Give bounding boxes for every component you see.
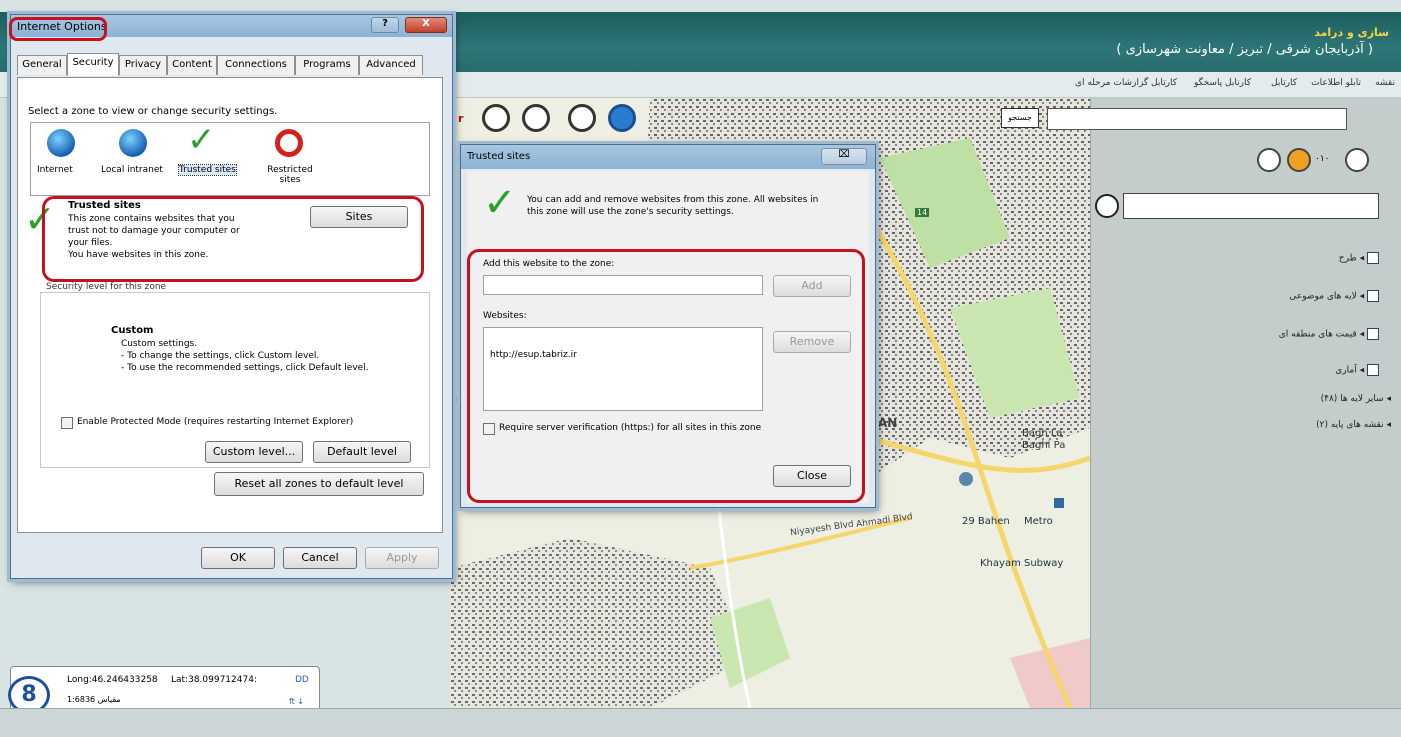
tab-advanced[interactable]: Advanced bbox=[359, 55, 423, 75]
coord-format[interactable]: DD bbox=[295, 675, 309, 685]
app-tab-map[interactable]: نقشه bbox=[1375, 78, 1395, 88]
layer-item[interactable]: ◂ لایه های موضوعی bbox=[1289, 290, 1379, 302]
trusted-sites-body: ✓ You can add and remove websites from t… bbox=[467, 171, 869, 503]
map-scale: مقیاس 1:6836 bbox=[67, 695, 121, 704]
trusted-check-icon: ✓ bbox=[483, 180, 517, 226]
map-tool-draw-icon[interactable] bbox=[522, 104, 550, 132]
protected-mode-label: Enable Protected Mode (requires restarti… bbox=[77, 417, 354, 427]
restricted-icon[interactable] bbox=[275, 129, 303, 157]
intro-text: this zone will use the zone's security s… bbox=[527, 207, 734, 217]
trusted-sites-title: Trusted sites bbox=[467, 151, 531, 162]
help-button[interactable]: ? bbox=[371, 17, 399, 33]
protected-mode-checkbox[interactable] bbox=[61, 417, 73, 429]
zone-internet[interactable]: Internet bbox=[37, 165, 73, 175]
custom-level-button[interactable]: Custom level... bbox=[205, 441, 303, 463]
search-button[interactable]: جستجو bbox=[1001, 108, 1039, 128]
zone-list: Internet Local intranet ✓ Trusted sites … bbox=[30, 122, 430, 196]
layer-sidebar: جستجو ۰۱۰ ◂ طرح ◂ لایه های موضوعی ◂ قیمت… bbox=[1001, 98, 1401, 708]
trusted-sites-dialog: Trusted sites ⌧ ✓ You can add and remove… bbox=[460, 144, 876, 508]
map-label: 29 Bahen bbox=[962, 516, 1010, 527]
ok-button[interactable]: OK bbox=[201, 547, 275, 569]
layer-item[interactable]: ◂ طرح bbox=[1339, 252, 1379, 264]
search-icon[interactable] bbox=[1095, 194, 1119, 218]
highlight-websites bbox=[467, 249, 865, 503]
gps-icon[interactable] bbox=[1287, 148, 1311, 172]
layer-item[interactable]: ◂ قیمت های منطقه ای bbox=[1279, 328, 1379, 340]
custom-line: - To use the recommended settings, click… bbox=[121, 363, 369, 373]
custom-line: - To change the settings, click Custom l… bbox=[121, 351, 320, 361]
status-bar bbox=[0, 708, 1401, 737]
app-tab-cartable[interactable]: کارتابل bbox=[1271, 78, 1297, 88]
highlight-title bbox=[9, 17, 107, 41]
zone-trusted-sites[interactable]: Trusted sites bbox=[178, 164, 237, 176]
highlight-trusted-zone bbox=[42, 196, 424, 282]
security-panel: Select a zone to view or change security… bbox=[17, 77, 443, 533]
app-tab-responder[interactable]: کارتابل پاسخگو bbox=[1194, 78, 1251, 88]
pin-icon[interactable] bbox=[1257, 148, 1281, 172]
zoom-value: ۰۱۰ bbox=[1315, 154, 1330, 164]
map-label: Khayam Subway bbox=[980, 558, 1064, 569]
app-tab-reports[interactable]: کارتابل گزارشات مرحله ای bbox=[1075, 78, 1177, 88]
scale-unit[interactable]: ft ↓ bbox=[289, 697, 304, 706]
default-level-button[interactable]: Default level bbox=[313, 441, 411, 463]
custom-title: Custom bbox=[111, 325, 154, 336]
tab-privacy[interactable]: Privacy bbox=[119, 55, 167, 75]
filter-icon[interactable] bbox=[1345, 148, 1369, 172]
map-help-icon[interactable] bbox=[608, 104, 636, 132]
globe-icon[interactable] bbox=[47, 129, 75, 157]
latitude: Lat:38.099712474: bbox=[171, 675, 257, 685]
map-tool-erase-icon[interactable] bbox=[568, 104, 596, 132]
route-marker: 14 bbox=[915, 208, 930, 217]
tab-content[interactable]: Content bbox=[167, 55, 217, 75]
apply-button[interactable]: Apply bbox=[365, 547, 439, 569]
map-label: Metro bbox=[1024, 516, 1053, 527]
map-label: AN bbox=[878, 416, 898, 430]
trusted-sites-titlebar[interactable]: Trusted sites ⌧ bbox=[461, 145, 875, 169]
tab-programs[interactable]: Programs bbox=[295, 55, 359, 75]
map-label: Bagh La bbox=[1022, 428, 1063, 439]
search-bar[interactable] bbox=[1047, 108, 1347, 130]
checkmark-icon[interactable]: ✓ bbox=[187, 123, 216, 157]
app-tab-dashboard[interactable]: تابلو اطلاعات bbox=[1311, 78, 1361, 88]
internet-options-dialog: Internet Options ? X General Security Pr… bbox=[9, 14, 453, 579]
close-button[interactable]: X bbox=[405, 17, 447, 33]
map-tool-partial[interactable]: r bbox=[458, 112, 463, 125]
close-x-icon[interactable]: ⌧ bbox=[821, 148, 867, 165]
tab-strip: General Security Privacy Content Connect… bbox=[17, 53, 447, 77]
longitude: Long:46.246433258 bbox=[67, 675, 158, 685]
layer-group[interactable]: ◂ سایر لایه ها (۴۸) bbox=[1321, 394, 1391, 404]
intro-text: You can add and remove websites from thi… bbox=[527, 195, 819, 205]
app-title: سازی و درامد bbox=[1314, 26, 1389, 39]
cancel-button[interactable]: Cancel bbox=[283, 547, 357, 569]
layer-search-input[interactable] bbox=[1123, 193, 1379, 219]
coordinate-panel: Long:46.246433258 Lat:38.099712474: DD م… bbox=[10, 666, 320, 712]
app-subtitle: ( آذربایجان شرقی / تبریز / معاونت شهرساز… bbox=[1116, 42, 1373, 57]
tab-general[interactable]: General bbox=[17, 55, 67, 75]
layer-item[interactable]: ◂ آماری bbox=[1335, 364, 1379, 376]
custom-line: Custom settings. bbox=[121, 339, 198, 349]
intranet-icon[interactable] bbox=[119, 129, 147, 157]
zone-restricted-sites[interactable]: Restricted sites bbox=[263, 165, 317, 185]
layer-group[interactable]: ◂ نقشه های پایه (۲) bbox=[1316, 420, 1391, 430]
zone-local-intranet[interactable]: Local intranet bbox=[101, 165, 163, 175]
security-level-group: Custom Custom settings. - To change the … bbox=[40, 292, 430, 468]
security-level-label: Security level for this zone bbox=[46, 282, 167, 292]
reset-zones-button[interactable]: Reset all zones to default level bbox=[214, 472, 424, 496]
map-tool-print-icon[interactable] bbox=[482, 104, 510, 132]
zone-prompt: Select a zone to view or change security… bbox=[28, 106, 278, 117]
tab-connections[interactable]: Connections bbox=[217, 55, 295, 75]
map-label: Baghi Pa bbox=[1022, 440, 1066, 451]
tab-security[interactable]: Security bbox=[67, 53, 119, 76]
